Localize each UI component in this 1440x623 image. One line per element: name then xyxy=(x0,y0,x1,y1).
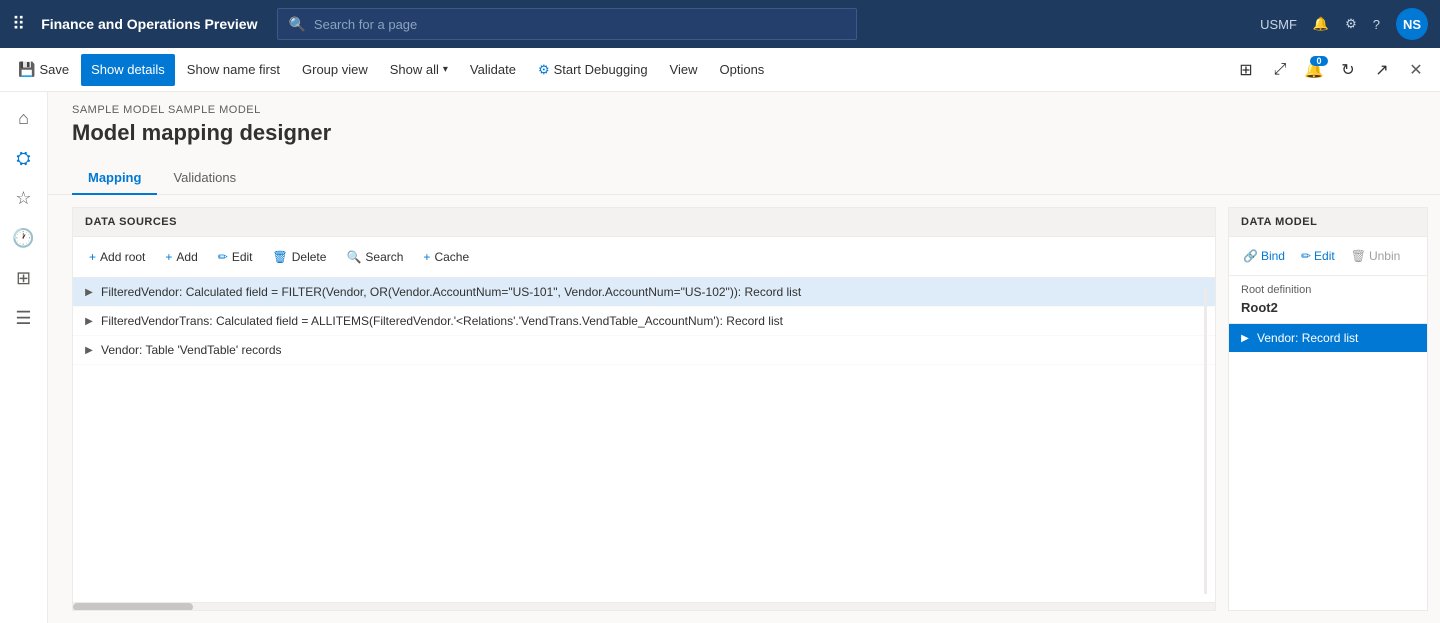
root-definition-value: Root2 xyxy=(1229,298,1427,324)
root-definition-label: Root definition xyxy=(1229,276,1427,298)
bind-icon: 🔗 xyxy=(1243,249,1258,263)
show-details-button[interactable]: Show details xyxy=(81,54,175,86)
sidebar-item-filter[interactable]: ⛭ xyxy=(6,140,42,176)
breadcrumb: SAMPLE MODEL SAMPLE MODEL xyxy=(48,92,1440,116)
data-model-header: DATA MODEL xyxy=(1229,208,1427,237)
unbin-button[interactable]: 🗑 Unbin xyxy=(1345,243,1407,269)
notification-count: 0 xyxy=(1310,56,1328,66)
sidebar-item-recent[interactable]: 🕐 xyxy=(6,220,42,256)
delete-icon: 🗑 xyxy=(273,250,288,264)
options-button[interactable]: Options xyxy=(710,54,775,86)
splitter-handle[interactable] xyxy=(1204,288,1207,594)
data-row[interactable]: ▶ FilteredVendor: Calculated field = FIL… xyxy=(73,278,1215,307)
panel-toolbar: + Add root + Add ✏ Edit 🗑 Delete xyxy=(73,237,1215,278)
avatar[interactable]: NS xyxy=(1396,8,1428,40)
main-layout: ⌂ ⛭ ☆ 🕐 ⊞ ☰ SAMPLE MODEL SAMPLE MODEL Mo… xyxy=(0,92,1440,623)
sidebar-item-workspaces[interactable]: ⊞ xyxy=(6,260,42,296)
sidebar-item-home[interactable]: ⌂ xyxy=(6,100,42,136)
data-model-panel: DATA MODEL 🔗 Bind ✏ Edit 🗑 Unbin R xyxy=(1228,207,1428,611)
tab-mapping[interactable]: Mapping xyxy=(72,162,157,195)
dm-row1-text: Vendor: Record list xyxy=(1257,331,1358,345)
unbin-icon: 🗑 xyxy=(1351,249,1366,263)
settings-icon[interactable]: ⚙ xyxy=(1345,16,1357,32)
top-nav-right: USMF 🔔 ⚙ ? NS xyxy=(1260,8,1428,40)
grid-icon[interactable]: ⠿ xyxy=(12,14,25,35)
right-edit-icon: ✏ xyxy=(1301,249,1311,263)
group-view-button[interactable]: Group view xyxy=(292,54,378,86)
add-icon: + xyxy=(165,250,172,264)
row1-text: FilteredVendor: Calculated field = FILTE… xyxy=(101,285,801,299)
right-panel-toolbar: 🔗 Bind ✏ Edit 🗑 Unbin xyxy=(1229,237,1427,276)
expand-row1-btn[interactable]: ▶ xyxy=(81,284,97,300)
add-root-icon: + xyxy=(89,250,96,264)
user-code: USMF xyxy=(1260,17,1297,32)
search-bar[interactable]: 🔍 xyxy=(277,8,857,40)
open-in-new-icon[interactable]: ↗ xyxy=(1366,54,1398,86)
data-sources-panel: DATA SOURCES + Add root + Add ✏ Edit xyxy=(72,207,1216,611)
search-button[interactable]: 🔍 Search xyxy=(338,243,411,271)
data-model-list: ▶ Vendor: Record list xyxy=(1229,324,1427,610)
content-area: SAMPLE MODEL SAMPLE MODEL Model mapping … xyxy=(48,92,1440,623)
chevron-down-icon: ▾ xyxy=(443,64,448,75)
page-title: Model mapping designer xyxy=(48,116,1440,146)
data-model-row[interactable]: ▶ Vendor: Record list xyxy=(1229,324,1427,352)
right-edit-button[interactable]: ✏ Edit xyxy=(1295,243,1341,269)
data-row[interactable]: ▶ FilteredVendorTrans: Calculated field … xyxy=(73,307,1215,336)
delete-button[interactable]: 🗑 Delete xyxy=(265,243,335,271)
debug-icon: ⚙ xyxy=(538,62,550,78)
add-root-button[interactable]: + Add root xyxy=(81,243,153,271)
data-sources-header: DATA SOURCES xyxy=(73,208,1215,237)
notification-icon[interactable]: 🔔 xyxy=(1313,16,1329,32)
expand-icon[interactable]: ⤢ xyxy=(1264,54,1296,86)
show-name-first-button[interactable]: Show name first xyxy=(177,54,290,86)
search-input[interactable] xyxy=(314,17,847,32)
search-icon: 🔍 xyxy=(288,16,305,33)
notification-badge-btn[interactable]: 🔔 0 xyxy=(1298,54,1330,86)
row3-text: Vendor: Table 'VendTable' records xyxy=(101,343,282,357)
panels-row: DATA SOURCES + Add root + Add ✏ Edit xyxy=(48,195,1440,623)
validate-button[interactable]: Validate xyxy=(460,54,526,86)
refresh-icon[interactable]: ↻ xyxy=(1332,54,1364,86)
expand-dm-row1-btn[interactable]: ▶ xyxy=(1237,330,1253,346)
sidebar-item-list[interactable]: ☰ xyxy=(6,300,42,336)
personalize-icon[interactable]: ⊞ xyxy=(1230,54,1262,86)
search-panel-icon: 🔍 xyxy=(346,250,361,264)
help-icon[interactable]: ? xyxy=(1373,17,1380,32)
expand-row3-btn[interactable]: ▶ xyxy=(81,342,97,358)
edit-button[interactable]: ✏ Edit xyxy=(210,243,261,271)
top-nav-bar: ⠿ Finance and Operations Preview 🔍 USMF … xyxy=(0,0,1440,48)
view-button[interactable]: View xyxy=(660,54,708,86)
row2-text: FilteredVendorTrans: Calculated field = … xyxy=(101,314,783,328)
toolbar: 💾 Save Show details Show name first Grou… xyxy=(0,48,1440,92)
show-all-button[interactable]: Show all ▾ xyxy=(380,54,458,86)
scrollbar-thumb[interactable] xyxy=(73,603,193,611)
sidebar: ⌂ ⛭ ☆ 🕐 ⊞ ☰ xyxy=(0,92,48,623)
add-button[interactable]: + Add xyxy=(157,243,205,271)
sidebar-item-favorites[interactable]: ☆ xyxy=(6,180,42,216)
save-button[interactable]: 💾 Save xyxy=(8,54,79,86)
bind-button[interactable]: 🔗 Bind xyxy=(1237,243,1291,269)
cache-icon: + xyxy=(423,250,430,264)
edit-icon: ✏ xyxy=(218,250,228,264)
app-title: Finance and Operations Preview xyxy=(41,16,257,32)
close-button[interactable]: ✕ xyxy=(1400,54,1432,86)
start-debugging-button[interactable]: ⚙ Start Debugging xyxy=(528,54,658,86)
tabs: Mapping Validations xyxy=(48,154,1440,195)
data-sources-list: ▶ FilteredVendor: Calculated field = FIL… xyxy=(73,278,1215,602)
tab-validations[interactable]: Validations xyxy=(157,162,252,195)
data-row[interactable]: ▶ Vendor: Table 'VendTable' records xyxy=(73,336,1215,365)
cache-button[interactable]: + Cache xyxy=(415,243,477,271)
expand-row2-btn[interactable]: ▶ xyxy=(81,313,97,329)
horizontal-scrollbar[interactable] xyxy=(73,602,1215,610)
save-icon: 💾 xyxy=(18,61,35,78)
